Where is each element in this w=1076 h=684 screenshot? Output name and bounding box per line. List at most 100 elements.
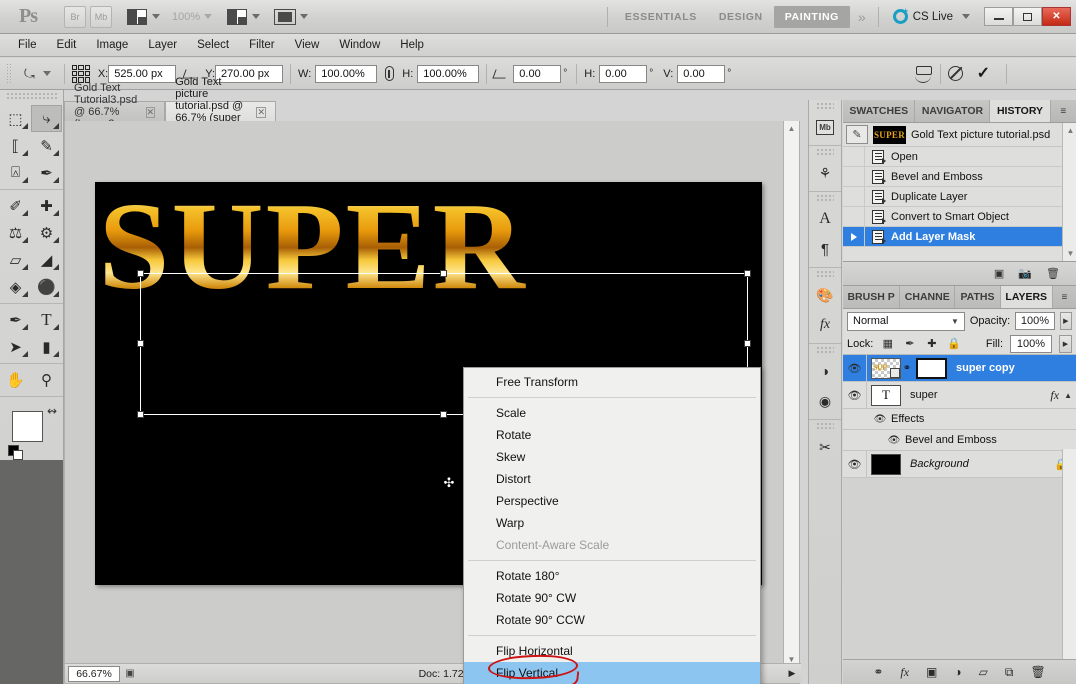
layer-visibility-icon[interactable]: 👁 xyxy=(843,451,867,477)
layer-row-super-copy[interactable]: 👁 SUP ⚭ super copy xyxy=(843,355,1076,382)
transform-handle-top-center[interactable] xyxy=(440,270,447,277)
history-scroll-up-icon[interactable]: ▲ xyxy=(1063,123,1076,138)
scroll-up-icon[interactable]: ▲ xyxy=(784,121,799,136)
eraser-tool[interactable]: ▱ xyxy=(0,246,31,273)
context-menu-item-flip-vertical[interactable]: Flip Vertical xyxy=(464,662,760,684)
zoom-tool[interactable]: ⚲ xyxy=(31,366,62,393)
tools-panel-icon[interactable]: ✂ xyxy=(809,432,841,462)
history-brush-toggle[interactable] xyxy=(843,227,865,246)
context-menu-item-rotate[interactable]: Rotate xyxy=(464,424,760,446)
character-panel-icon[interactable]: A xyxy=(809,204,841,234)
canvas-vertical-scrollbar[interactable]: ▲ ▼ xyxy=(783,121,799,667)
rectangle-tool[interactable]: ▮ xyxy=(31,333,62,360)
document-tab-1-close-icon[interactable]: ✕ xyxy=(145,106,156,118)
history-state-add-layer-mask[interactable]: Add Layer Mask xyxy=(843,227,1062,247)
status-preview-icon[interactable]: ▣ xyxy=(120,668,140,679)
lasso-tool[interactable]: ⟦ xyxy=(0,132,31,159)
vdock-grip-3[interactable] xyxy=(816,194,834,202)
tool-presets-icon[interactable]: ⚘ xyxy=(809,158,841,188)
lock-all-icon[interactable]: 🔒 xyxy=(946,336,961,351)
height-input[interactable]: 100.00% xyxy=(417,64,480,83)
dodge-tool[interactable]: ⚫ xyxy=(31,273,62,300)
zoom-chevron-down-icon[interactable] xyxy=(204,14,213,19)
vdock-grip-2[interactable] xyxy=(816,148,834,156)
effects-visibility-icon[interactable]: 👁 xyxy=(869,414,891,425)
layer-visibility-icon[interactable]: 👁 xyxy=(843,355,867,381)
workspace-painting[interactable]: PAINTING xyxy=(773,5,850,28)
history-brush-toggle[interactable] xyxy=(843,207,865,226)
swap-colors-icon[interactable]: ↭ xyxy=(47,404,57,418)
new-group-button[interactable]: ▱ xyxy=(979,665,988,679)
maximize-button[interactable] xyxy=(1013,7,1042,26)
active-tool-preset[interactable]: ⤿ xyxy=(18,66,57,82)
crop-tool[interactable]: ⍓ xyxy=(0,159,31,186)
tab-navigator[interactable]: NAVIGATOR xyxy=(915,100,991,122)
create-snapshot-button[interactable]: 📷 xyxy=(1018,267,1032,280)
history-brush-toggle[interactable] xyxy=(843,147,865,166)
vdock-grip-1[interactable] xyxy=(816,102,834,110)
link-layers-button[interactable]: ⚭ xyxy=(873,665,883,679)
context-menu-item-rotate-90-ccw[interactable]: Rotate 90° CCW xyxy=(464,609,760,631)
history-state-duplicate-layer[interactable]: Duplicate Layer xyxy=(843,187,1062,207)
layer-mask-link-icon[interactable]: ⚭ xyxy=(901,363,913,374)
layer-effects-row[interactable]: 👁 Effects xyxy=(843,409,1076,430)
opacity-input[interactable]: 100% xyxy=(1015,312,1055,330)
mini-bridge-icon[interactable]: Mb xyxy=(809,112,841,142)
masks-panel-icon[interactable]: ◉ xyxy=(809,386,841,416)
document-tab-1[interactable]: Gold Text Tutorial3.psd @ 66.7% (Layer 2… xyxy=(64,82,166,142)
cancel-transform-icon[interactable] xyxy=(947,66,963,81)
menu-view[interactable]: View xyxy=(285,36,330,54)
tab-paths[interactable]: PATHS xyxy=(955,286,1001,308)
lock-image-pixels-icon[interactable]: ✒ xyxy=(902,336,917,351)
hand-tool[interactable]: ✋ xyxy=(0,366,31,393)
new-document-from-state-button[interactable]: ▣ xyxy=(994,267,1004,280)
eyedropper-tool[interactable]: ✒ xyxy=(31,159,62,186)
marquee-tool[interactable]: ⬚ xyxy=(0,105,31,132)
pen-tool[interactable]: ✒ xyxy=(0,306,31,333)
context-menu-item-warp[interactable]: Warp xyxy=(464,512,760,534)
clone-stamp-tool[interactable]: ⚖ xyxy=(0,219,31,246)
transform-handle-bottom-center[interactable] xyxy=(440,411,447,418)
history-brush-tool[interactable]: ⚙ xyxy=(31,219,62,246)
launch-bridge-button[interactable]: Br xyxy=(64,5,86,28)
maintain-aspect-ratio-icon[interactable] xyxy=(385,66,395,81)
effect-visibility-icon[interactable]: 👁 xyxy=(883,435,905,446)
lock-transparent-pixels-icon[interactable]: ▦ xyxy=(880,336,895,351)
history-brush-toggle[interactable] xyxy=(843,187,865,206)
color-panel-icon[interactable]: 🎨 xyxy=(809,280,841,310)
transform-handle-top-right[interactable] xyxy=(744,270,751,277)
options-bar-grip[interactable] xyxy=(6,62,12,85)
context-menu-item-skew[interactable]: Skew xyxy=(464,446,760,468)
width-input[interactable]: 100.00% xyxy=(315,64,378,83)
history-state-convert-to-smart-object[interactable]: Convert to Smart Object xyxy=(843,207,1062,227)
tab-channels[interactable]: CHANNE xyxy=(900,286,956,308)
layer-thumbnail[interactable] xyxy=(871,453,901,475)
brush-tool[interactable]: ✚ xyxy=(31,192,62,219)
view-extras-chevron-down-icon[interactable] xyxy=(152,14,160,19)
context-menu-item-rotate-90-cw[interactable]: Rotate 90° CW xyxy=(464,587,760,609)
lock-position-icon[interactable]: ✚ xyxy=(924,336,939,351)
layer-thumbnail[interactable]: SUP xyxy=(871,357,901,379)
quick-selection-tool[interactable]: ✎ xyxy=(31,132,62,159)
layer-row-super[interactable]: 👁 T super fx ▲ xyxy=(843,382,1076,409)
layer-effects-fx-icon[interactable]: fx xyxy=(1050,388,1064,403)
cs-live-button[interactable]: CS Live xyxy=(885,9,978,24)
new-adjustment-layer-button[interactable]: ◑ xyxy=(954,665,961,679)
menu-window[interactable]: Window xyxy=(329,36,390,54)
fill-input[interactable]: 100% xyxy=(1010,334,1052,353)
arrange-chevron-down-icon[interactable] xyxy=(252,14,261,19)
transform-handle-middle-left[interactable] xyxy=(137,340,144,347)
history-snapshot-row[interactable]: ✎ SUPER Gold Text picture tutorial.psd xyxy=(843,123,1062,147)
menu-file[interactable]: File xyxy=(8,36,47,54)
launch-mini-bridge-button[interactable]: Mb xyxy=(90,5,112,28)
document-tab-2-close-icon[interactable]: ✕ xyxy=(256,106,266,118)
history-brush-source-icon[interactable]: ✎ xyxy=(846,125,868,144)
arrange-documents-icon[interactable] xyxy=(226,6,248,28)
vdock-grip-5[interactable] xyxy=(816,346,834,354)
x-input[interactable]: 525.00 px xyxy=(108,64,177,83)
path-selection-tool[interactable]: ➤ xyxy=(0,333,31,360)
history-state-bevel-and-emboss[interactable]: Bevel and Emboss xyxy=(843,167,1062,187)
screen-mode-icon[interactable] xyxy=(274,6,297,28)
adjustments-panel-icon[interactable]: ◑ xyxy=(809,356,841,386)
view-extras-icon[interactable] xyxy=(126,6,148,28)
